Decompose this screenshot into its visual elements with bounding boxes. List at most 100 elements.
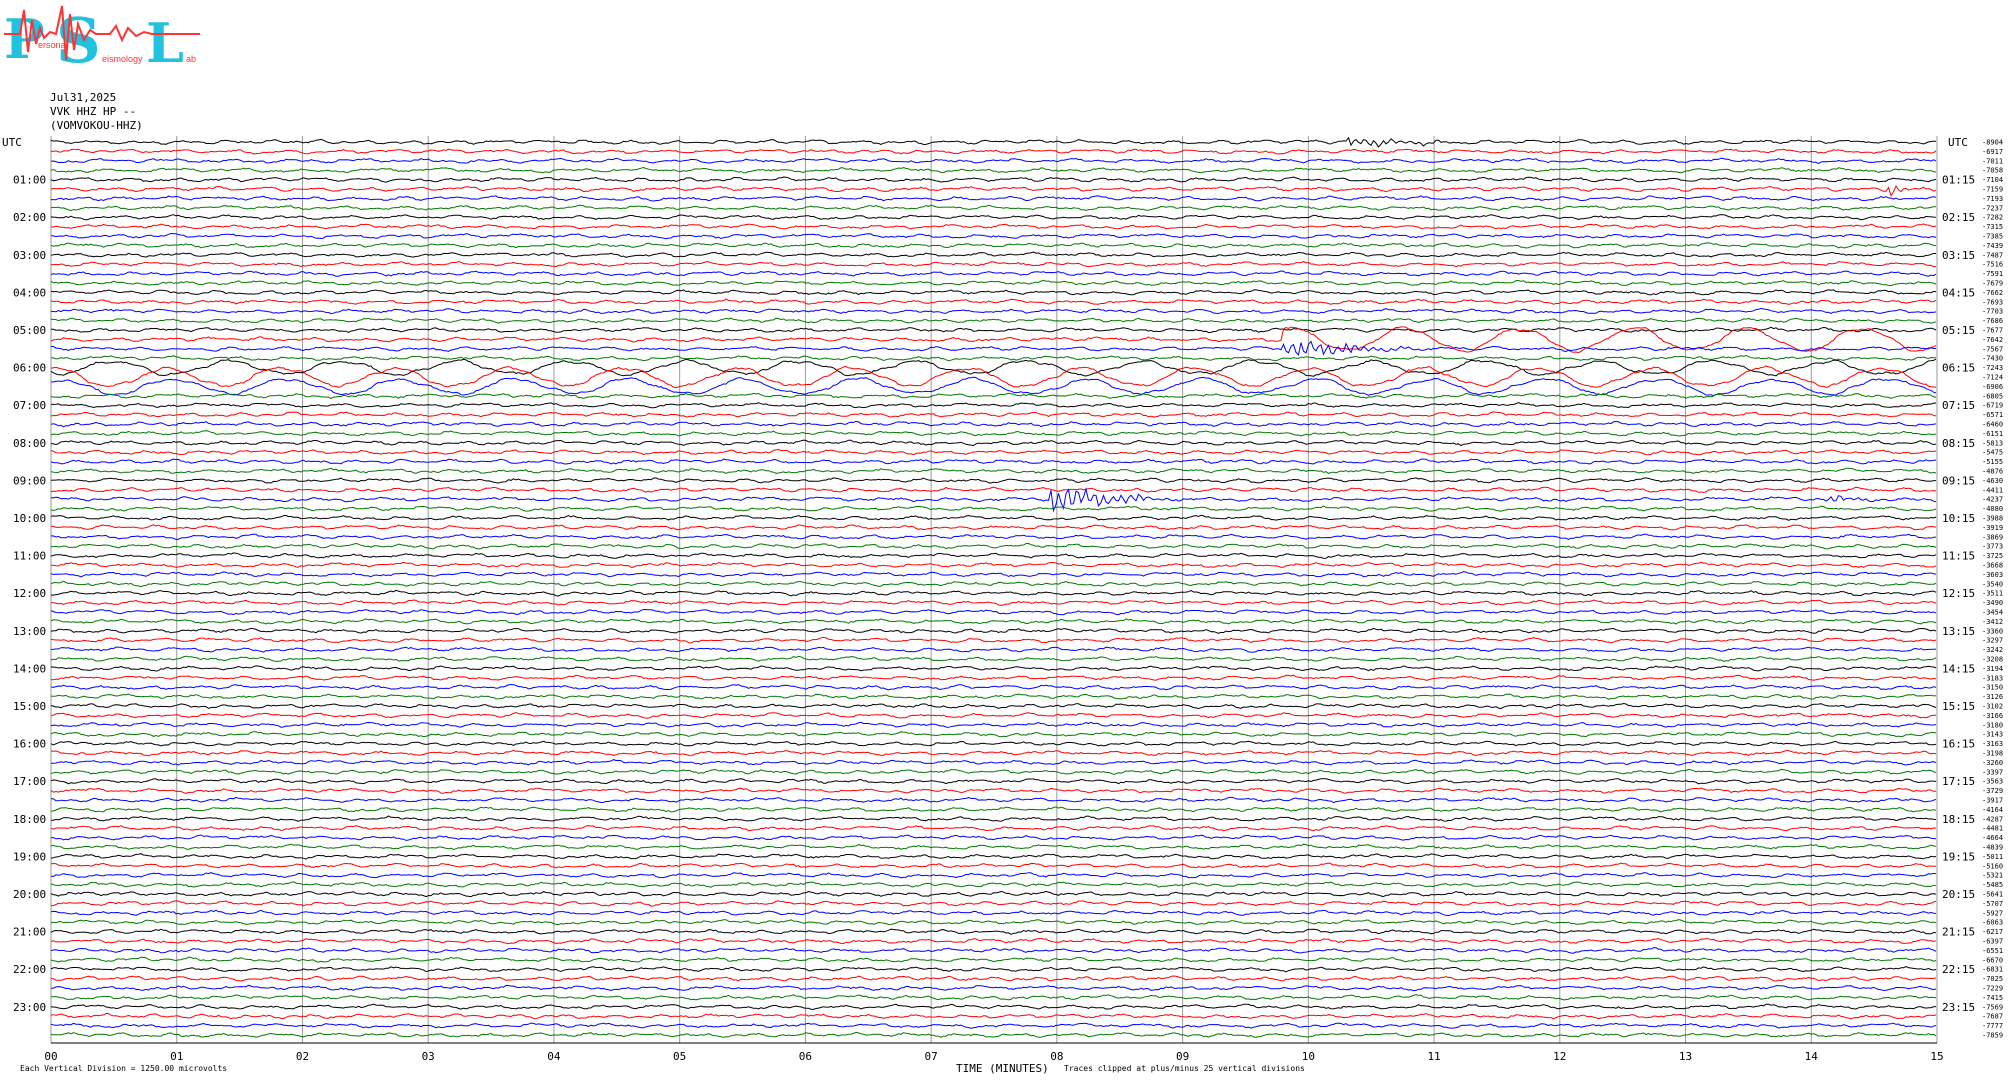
footer-scale: Each Vertical Division = 1250.00 microvo…: [20, 1064, 227, 1073]
seismic-trace: [50, 975, 1937, 982]
x-tick-label: 01: [170, 1050, 183, 1063]
seismic-trace: [50, 448, 1937, 456]
trace-offset-label: -7025: [1982, 975, 2003, 983]
right-hour-label: 07:15: [1942, 399, 1975, 412]
trace-offset-label: -4876: [1982, 468, 2003, 476]
left-hour-label: 20:00: [13, 888, 46, 901]
trace-offset-label: -7516: [1982, 261, 2003, 269]
right-hour-label: 21:15: [1942, 926, 1975, 939]
left-hour-label: 05:00: [13, 324, 46, 337]
x-tick-label: 09: [1176, 1050, 1189, 1063]
trace-offset-label: -3919: [1982, 524, 2003, 532]
seismic-trace: [50, 966, 1937, 973]
seismogram-chart: P S L ersonal eismology ab Jul31,2025 VV…: [2, 4, 2003, 1075]
seismic-trace: [50, 411, 1937, 418]
left-hour-label: 01:00: [13, 174, 46, 187]
seismic-trace: [50, 487, 1937, 513]
trace-offset-label: -3773: [1982, 543, 2003, 551]
trace-offset-label: -7237: [1982, 204, 2003, 212]
seismic-trace: [50, 148, 1937, 155]
seismic-trace: [51, 340, 1936, 356]
trace-offset-label: -7229: [1982, 985, 2003, 993]
seismic-trace: [50, 533, 1937, 541]
x-tick-label: 08: [1050, 1050, 1063, 1063]
right-hour-label: 22:15: [1942, 963, 1975, 976]
trace-offset-label: -7687: [1982, 1013, 2003, 1021]
trace-offset-label: -4839: [1982, 844, 2003, 852]
trace-offset-label: -3988: [1982, 515, 2003, 523]
seismic-trace: [50, 552, 1937, 559]
trace-offset-label: -6670: [1982, 956, 2003, 964]
seismic-trace: [50, 834, 1937, 841]
trace-offset-label: -5475: [1982, 449, 2003, 457]
right-hour-label: 08:15: [1942, 437, 1975, 450]
trace-offset-label: -7487: [1982, 251, 2003, 259]
trace-offset-label: -6217: [1982, 928, 2003, 936]
x-tick-label: 10: [1302, 1050, 1315, 1063]
seismic-trace: [50, 571, 1937, 578]
trace-offset-label: -7385: [1982, 233, 2003, 241]
right-hour-label: 11:15: [1942, 550, 1975, 563]
trace-offset-label: -7591: [1982, 270, 2003, 278]
seismic-trace: [50, 881, 1937, 888]
left-hour-label: 21:00: [13, 926, 46, 939]
trace-offset-label: -3143: [1982, 731, 2003, 739]
left-hour-label: 07:00: [13, 399, 46, 412]
trace-offset-label: -4287: [1982, 815, 2003, 823]
right-hour-label: 12:15: [1942, 587, 1975, 600]
seismic-trace: [50, 589, 1937, 597]
seismic-trace: [50, 928, 1937, 935]
trace-offset-label: -7569: [1982, 1003, 2003, 1011]
seismic-trace: [50, 900, 1937, 907]
seismic-trace: [50, 862, 1936, 869]
right-hour-label: 05:15: [1942, 324, 1975, 337]
seismic-trace: [50, 712, 1936, 719]
right-hour-label: 03:15: [1942, 249, 1975, 262]
right-hour-label: 23:15: [1942, 1001, 1975, 1014]
right-hour-label: 04:15: [1942, 286, 1975, 299]
trace-offset-label: -4630: [1982, 477, 2003, 485]
seismic-trace: [50, 937, 1937, 945]
x-tick-label: 03: [422, 1050, 435, 1063]
trace-offset-label: -6551: [1982, 947, 2003, 955]
left-hour-label: 06:00: [13, 362, 46, 375]
seismic-trace: [50, 580, 1937, 588]
trace-offset-label: -7124: [1982, 374, 2003, 382]
header-date: Jul31,2025: [50, 91, 116, 104]
logo-word-lab: ab: [186, 54, 196, 64]
seismic-trace: [50, 599, 1937, 606]
seismic-trace: [50, 439, 1937, 447]
trace-offset-label: -5707: [1982, 900, 2003, 908]
right-hour-label: 14:15: [1942, 662, 1975, 675]
seismic-trace: [50, 853, 1937, 860]
seismic-trace: [51, 223, 1937, 230]
trace-offset-label: -4481: [1982, 825, 2003, 833]
seismic-trace: [50, 674, 1937, 681]
right-axis-utc-label: UTC: [1948, 136, 1968, 149]
right-hour-label: 09:15: [1942, 474, 1975, 487]
trace-offset-label: -5813: [1982, 439, 2003, 447]
trace-offset-label: -6571: [1982, 411, 2003, 419]
seismic-trace: [50, 608, 1937, 616]
seismic-trace: [51, 759, 1937, 766]
right-hour-label: 19:15: [1942, 850, 1975, 863]
seismic-trace: [50, 430, 1937, 437]
x-tick-label: 00: [44, 1050, 57, 1063]
left-hour-labels: 01:00 02:00 03:00 04:00 05:00 06:00 07:00 08:00…: [13, 174, 46, 1014]
seismic-trace: [50, 872, 1937, 879]
seismic-trace: [50, 514, 1937, 521]
trace-offset-label: -7193: [1982, 195, 2003, 203]
seismic-trace: [50, 420, 1937, 428]
trace-offset-label: -3454: [1982, 609, 2003, 617]
seismic-trace: [50, 749, 1937, 757]
seismic-trace: [50, 477, 1936, 484]
x-tick-label: 07: [925, 1050, 938, 1063]
trace-offset-label: -3183: [1982, 674, 2003, 682]
logo-word-seismology: eismology: [102, 54, 143, 64]
x-tick-label: 04: [547, 1050, 561, 1063]
trace-offset-label: -3603: [1982, 571, 2003, 579]
seismic-trace: [50, 214, 1937, 221]
x-tick-label: 15: [1930, 1050, 1943, 1063]
trace-offset-label: -3490: [1982, 599, 2003, 607]
trace-offset-label: -3166: [1982, 712, 2003, 720]
